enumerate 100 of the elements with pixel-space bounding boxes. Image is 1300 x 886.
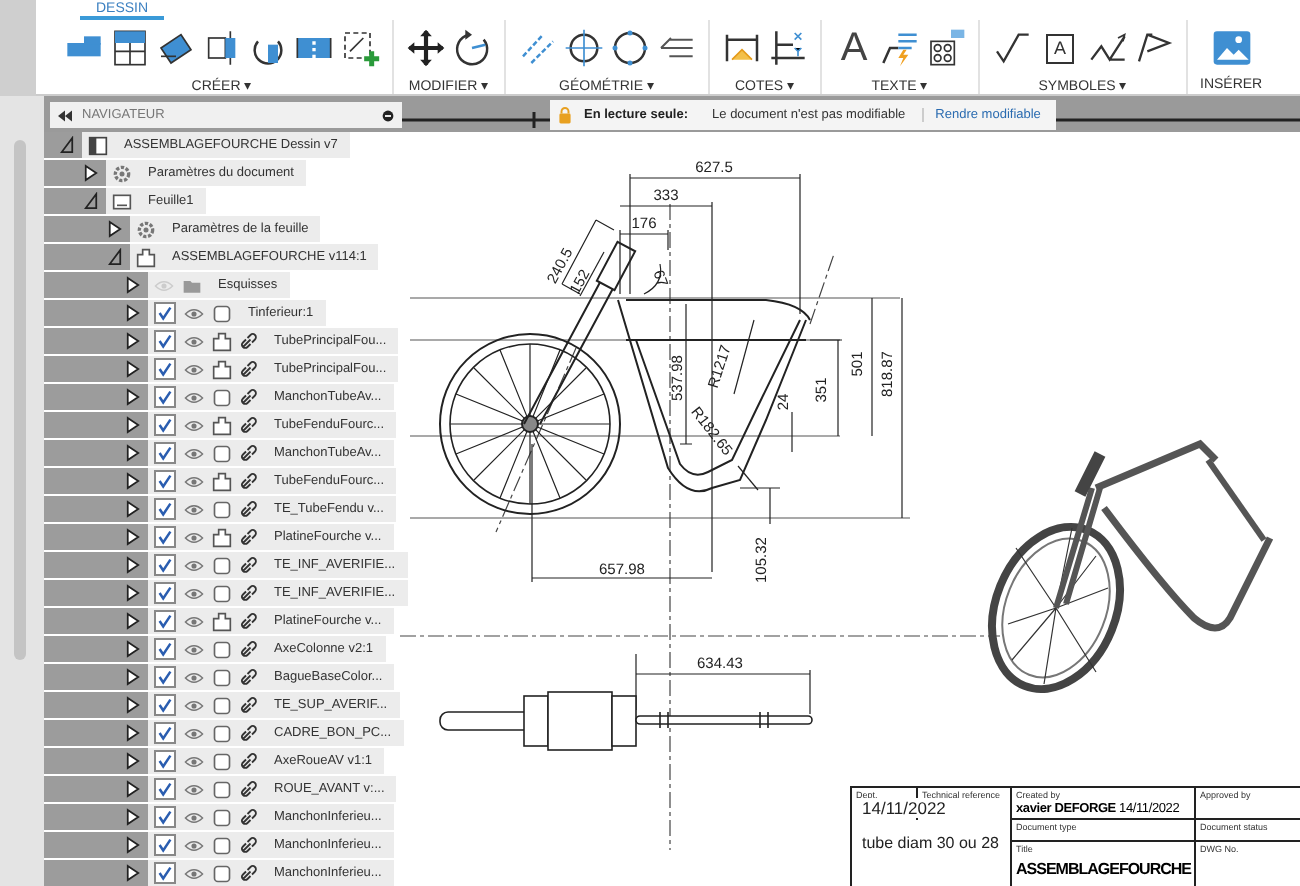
grid-table-icon[interactable] <box>110 28 150 68</box>
surface-symbol-icon[interactable] <box>992 28 1032 68</box>
visibility-checkbox[interactable] <box>154 414 176 436</box>
text-tool[interactable]: A <box>834 26 874 70</box>
expand-toggle-icon[interactable] <box>126 612 140 630</box>
expand-toggle-icon[interactable] <box>126 416 140 434</box>
eye-icon[interactable] <box>184 613 204 629</box>
eye-icon[interactable] <box>184 781 204 797</box>
visibility-checkbox[interactable] <box>154 386 176 408</box>
expand-toggle-icon[interactable] <box>126 304 140 322</box>
visibility-checkbox[interactable] <box>154 722 176 744</box>
eye-icon[interactable] <box>184 753 204 769</box>
component-icon <box>136 247 156 267</box>
visibility-checkbox[interactable] <box>154 498 176 520</box>
dimension-line <box>791 411 793 453</box>
eye-icon[interactable] <box>184 585 204 601</box>
visibility-checkbox[interactable] <box>154 442 176 464</box>
frame-plus-icon[interactable] <box>340 28 380 68</box>
tilted-block-icon[interactable] <box>156 28 196 68</box>
eye-icon[interactable] <box>184 333 204 349</box>
collapse-icon[interactable] <box>58 109 72 121</box>
lock-icon <box>558 106 572 124</box>
eye-icon[interactable] <box>184 529 204 545</box>
visibility-checkbox[interactable] <box>154 638 176 660</box>
eye-icon[interactable] <box>184 361 204 377</box>
expand-toggle-icon[interactable] <box>126 332 140 350</box>
visibility-checkbox[interactable] <box>154 834 176 856</box>
eye-icon[interactable] <box>184 641 204 657</box>
expand-toggle-icon[interactable] <box>126 528 140 546</box>
rotate-icon[interactable] <box>452 28 492 68</box>
eye-icon[interactable] <box>184 445 204 461</box>
body-icon <box>212 303 232 323</box>
leader-note-icon[interactable] <box>880 28 920 68</box>
visibility-checkbox[interactable] <box>154 526 176 548</box>
visibility-checkbox[interactable] <box>154 862 176 884</box>
expand-toggle-icon[interactable] <box>108 248 122 266</box>
visibility-checkbox[interactable] <box>154 358 176 380</box>
expand-toggle-icon[interactable] <box>126 808 140 826</box>
drawing-date: 14/11/2022 <box>862 798 946 818</box>
expand-toggle-icon[interactable] <box>126 584 140 602</box>
eye-icon[interactable] <box>184 501 204 517</box>
expand-toggle-icon[interactable] <box>126 668 140 686</box>
eye-icon[interactable] <box>184 389 204 405</box>
expand-toggle-icon[interactable] <box>84 164 98 182</box>
visibility-checkbox[interactable] <box>154 666 176 688</box>
eye-icon[interactable] <box>184 473 204 489</box>
expand-toggle-icon[interactable] <box>126 640 140 658</box>
expand-toggle-icon[interactable] <box>126 864 140 882</box>
expand-toggle-icon[interactable] <box>126 388 140 406</box>
crosshair-circle-icon[interactable] <box>564 28 604 68</box>
visibility-checkbox[interactable] <box>154 470 176 492</box>
expand-toggle-icon[interactable] <box>126 500 140 518</box>
expand-toggle-icon[interactable] <box>126 752 140 770</box>
expand-toggle-icon[interactable] <box>126 836 140 854</box>
expand-toggle-icon[interactable] <box>126 780 140 798</box>
visibility-checkbox[interactable] <box>154 302 176 324</box>
visibility-checkbox[interactable] <box>154 694 176 716</box>
gear-icon <box>112 163 132 183</box>
drawing-title: ASSEMBLAGEFOURCHE <box>1016 860 1192 880</box>
eye-icon[interactable] <box>184 697 204 713</box>
visibility-checkbox[interactable] <box>154 582 176 604</box>
sheet-icon <box>112 191 132 211</box>
axis-icon[interactable] <box>768 28 808 68</box>
expand-toggle-icon[interactable] <box>126 444 140 462</box>
expand-toggle-icon[interactable] <box>126 724 140 742</box>
eye-icon[interactable] <box>184 669 204 685</box>
eye-icon[interactable] <box>184 417 204 433</box>
visibility-checkbox[interactable] <box>154 778 176 800</box>
eye-icon[interactable] <box>184 557 204 573</box>
visibility-checkbox[interactable] <box>154 610 176 632</box>
expand-toggle-icon[interactable] <box>126 472 140 490</box>
expand-toggle-icon[interactable] <box>126 276 140 294</box>
visibility-checkbox[interactable] <box>154 330 176 352</box>
eye-icon[interactable] <box>184 809 204 825</box>
expand-toggle-icon[interactable] <box>108 220 122 238</box>
expand-toggle-icon[interactable] <box>126 696 140 714</box>
eye-icon[interactable] <box>184 305 204 321</box>
expand-toggle-icon[interactable] <box>126 556 140 574</box>
move-arrows-icon[interactable] <box>406 28 446 68</box>
visibility-checkbox[interactable] <box>154 750 176 772</box>
minimize-icon[interactable] <box>382 109 394 121</box>
weld-symbol-icon[interactable] <box>1088 28 1128 68</box>
eye-icon[interactable] <box>184 865 204 881</box>
expand-toggle-icon[interactable] <box>60 136 74 154</box>
scrollbar-thumb[interactable] <box>14 140 26 660</box>
dimension-line <box>871 297 873 437</box>
picture-icon[interactable] <box>1211 28 1252 68</box>
component-icon <box>212 611 232 631</box>
expand-toggle-icon[interactable] <box>84 192 98 210</box>
note-symbol-tool[interactable]: A <box>1046 33 1074 63</box>
visibility-checkbox[interactable] <box>154 806 176 828</box>
folder-icon <box>182 275 202 295</box>
component-icon <box>212 415 232 435</box>
drawing-note: tube diam 30 ou 28 <box>862 834 1001 852</box>
hole-table-icon[interactable] <box>926 28 966 68</box>
dotted-circle-icon[interactable] <box>610 28 650 68</box>
eye-icon[interactable] <box>184 837 204 853</box>
expand-toggle-icon[interactable] <box>126 360 140 378</box>
visibility-checkbox[interactable] <box>154 554 176 576</box>
eye-icon[interactable] <box>184 725 204 741</box>
